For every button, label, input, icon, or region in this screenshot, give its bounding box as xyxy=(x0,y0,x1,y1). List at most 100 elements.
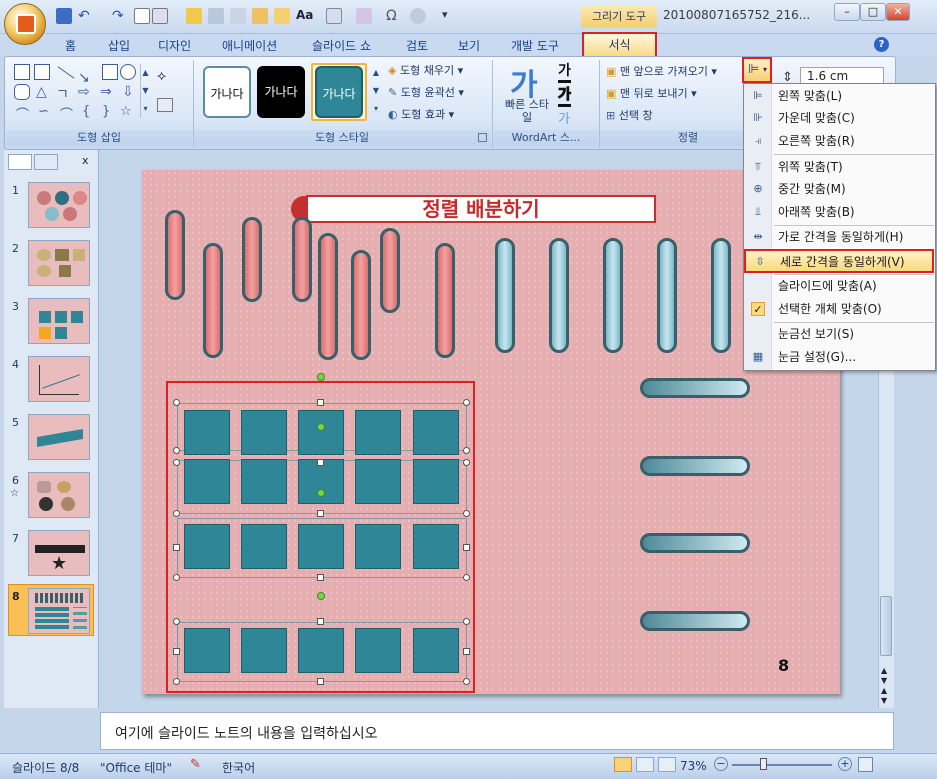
teal-square[interactable] xyxy=(413,410,459,455)
teal-square[interactable] xyxy=(298,524,344,569)
blue-pill-shape[interactable] xyxy=(603,238,623,353)
rectangle-shape-icon[interactable] xyxy=(102,64,118,80)
menu-item-align-top[interactable]: ⫪ 위쪽 맞춤(T) xyxy=(744,156,934,178)
layout-icon[interactable] xyxy=(152,8,168,24)
teal-square[interactable] xyxy=(413,628,459,673)
menu-item-align-right[interactable]: ⫣ 오른쪽 맞춤(R) xyxy=(744,130,934,152)
teal-square[interactable] xyxy=(298,410,344,455)
menu-item-distribute-horizontal[interactable]: ⇹ 가로 간격을 동일하게(H) xyxy=(744,226,934,248)
red-pill-shape[interactable] xyxy=(318,233,338,360)
slide-sorter-view-icon[interactable] xyxy=(636,757,654,772)
selection-pane-button[interactable]: ⊞ 선택 창 xyxy=(606,107,653,123)
save-icon[interactable] xyxy=(56,8,72,24)
zoom-level[interactable]: 73% xyxy=(680,759,707,773)
slide-thumbnail-2[interactable] xyxy=(28,240,90,286)
resize-handle[interactable] xyxy=(463,399,470,406)
right-brace-shape-icon[interactable]: } xyxy=(102,104,110,119)
blue-pill-shape[interactable] xyxy=(657,238,677,353)
outline-tab-icon[interactable] xyxy=(34,154,58,170)
rotation-handle[interactable] xyxy=(317,489,325,497)
resize-handle[interactable] xyxy=(463,678,470,685)
resize-handle[interactable] xyxy=(463,447,470,454)
curve-shape-icon[interactable]: ∽ xyxy=(38,104,49,119)
zoom-out-icon[interactable]: − xyxy=(714,757,728,771)
teal-square[interactable] xyxy=(241,459,287,504)
tab-slideshow[interactable]: 슬라이드 쇼 xyxy=(312,36,371,56)
red-pill-shape[interactable] xyxy=(380,228,400,313)
textbox-shape-icon[interactable] xyxy=(14,64,30,80)
style-gallery-scroll[interactable]: ▲ ▼ ▾ xyxy=(370,64,382,120)
teal-square[interactable] xyxy=(298,628,344,673)
open-folder-icon[interactable] xyxy=(186,8,202,24)
tab-review[interactable]: 검토 xyxy=(406,36,428,56)
redo-icon[interactable]: ↷ xyxy=(112,8,128,24)
resize-handle[interactable] xyxy=(173,447,180,454)
scroll-arrows-icon[interactable]: ▲ ▼ ▲ ▼ xyxy=(881,666,887,706)
slide-thumbnail-4[interactable] xyxy=(28,356,90,402)
teal-square[interactable] xyxy=(413,524,459,569)
textbox-icon[interactable] xyxy=(157,98,173,112)
resize-handle[interactable] xyxy=(317,574,324,581)
menu-item-grid-settings[interactable]: ▦ 눈금 설정(G)... xyxy=(744,346,934,368)
red-pill-shape[interactable] xyxy=(292,217,312,302)
teal-square[interactable] xyxy=(241,410,287,455)
dialog-launcher-icon[interactable] xyxy=(478,133,487,142)
tab-view[interactable]: 보기 xyxy=(458,36,480,56)
tab-animation[interactable]: 애니메이션 xyxy=(222,36,277,56)
edit-shape-icon[interactable]: ⟡ xyxy=(157,68,166,84)
menu-item-align-center[interactable]: ⊪ 가운데 맞춤(C) xyxy=(744,107,934,129)
slide-thumbnail-8[interactable] xyxy=(28,588,90,634)
menu-item-align-bottom[interactable]: ⫫ 아래쪽 맞춤(B) xyxy=(744,201,934,223)
resize-handle[interactable] xyxy=(173,618,180,625)
rotation-handle[interactable] xyxy=(317,592,325,600)
scroll-thumb[interactable] xyxy=(880,596,892,656)
zoom-slider-thumb[interactable] xyxy=(760,758,767,770)
resize-handle[interactable] xyxy=(463,618,470,625)
shape-fill-button[interactable]: ◈ 도형 채우기 ▾ xyxy=(388,62,463,78)
resize-handle[interactable] xyxy=(173,648,180,655)
red-pill-shape[interactable] xyxy=(351,250,371,360)
teal-square[interactable] xyxy=(241,628,287,673)
freeform-shape-icon[interactable]: ⌒ xyxy=(16,104,29,123)
down-arrow-shape-icon[interactable]: ⇩ xyxy=(122,84,134,100)
star-shape-icon[interactable]: ☆ xyxy=(120,104,132,119)
zoom-slider-track[interactable] xyxy=(732,764,832,766)
slide-thumbnail-7[interactable]: ★ xyxy=(28,530,90,576)
resize-handle[interactable] xyxy=(317,618,324,625)
teal-square[interactable] xyxy=(184,524,230,569)
text-effect-icon[interactable] xyxy=(326,8,342,24)
teal-square[interactable] xyxy=(184,410,230,455)
vertical-textbox-shape-icon[interactable] xyxy=(34,64,50,80)
resize-handle[interactable] xyxy=(173,459,180,466)
resize-handle[interactable] xyxy=(463,648,470,655)
oval-shape-icon[interactable] xyxy=(120,64,136,80)
menu-item-align-to-slide[interactable]: 슬라이드에 맞춤(A) xyxy=(744,275,934,297)
print-icon[interactable] xyxy=(208,8,224,24)
text-outline-icon[interactable]: 가 xyxy=(558,84,571,107)
rotation-handle[interactable] xyxy=(317,373,325,381)
menu-item-show-gridlines[interactable]: 눈금선 보기(S) xyxy=(744,323,934,345)
slide-thumbnail-6[interactable] xyxy=(28,472,90,518)
shape-gallery-scroll[interactable]: ▲ ▼ ▾ xyxy=(140,64,150,118)
theme-name[interactable]: "Office 테마" xyxy=(100,759,172,776)
menu-item-align-selected[interactable]: ✓ 선택한 개체 맞춤(O) xyxy=(744,298,934,320)
tab-home[interactable]: 홈 xyxy=(65,36,76,56)
resize-handle[interactable] xyxy=(317,399,324,406)
text-fill-icon[interactable]: 가 xyxy=(558,60,571,83)
blue-pill-shape[interactable] xyxy=(549,238,569,353)
menu-item-align-middle[interactable]: ⊕ 중간 맞춤(M) xyxy=(744,178,934,200)
resize-handle[interactable] xyxy=(463,544,470,551)
brace-shape-icon[interactable]: { xyxy=(82,104,90,119)
notes-pane[interactable]: 여기에 슬라이드 노트의 내용을 입력하십시오 xyxy=(100,712,894,750)
shape-gallery[interactable]: ↘ △ ㄱ ⇨ ⇒ ⇩ ⌒ ∽ ⌒ { } ☆ xyxy=(14,64,154,123)
voice-icon[interactable] xyxy=(410,8,426,24)
text-effects-icon[interactable]: 가 xyxy=(558,108,570,127)
shape-style-teal[interactable]: 가나다 xyxy=(315,66,363,118)
tab-format[interactable]: 서식 xyxy=(582,32,657,58)
menu-item-distribute-vertical[interactable]: ⇳ 세로 간격을 동일하게(V) xyxy=(744,249,934,273)
slide-thumbnail-3[interactable] xyxy=(28,298,90,344)
blue-pill-shape[interactable] xyxy=(495,238,515,353)
spellcheck-icon[interactable]: ✎ xyxy=(190,757,201,772)
fit-to-window-icon[interactable] xyxy=(858,757,873,772)
resize-handle[interactable] xyxy=(317,510,324,517)
